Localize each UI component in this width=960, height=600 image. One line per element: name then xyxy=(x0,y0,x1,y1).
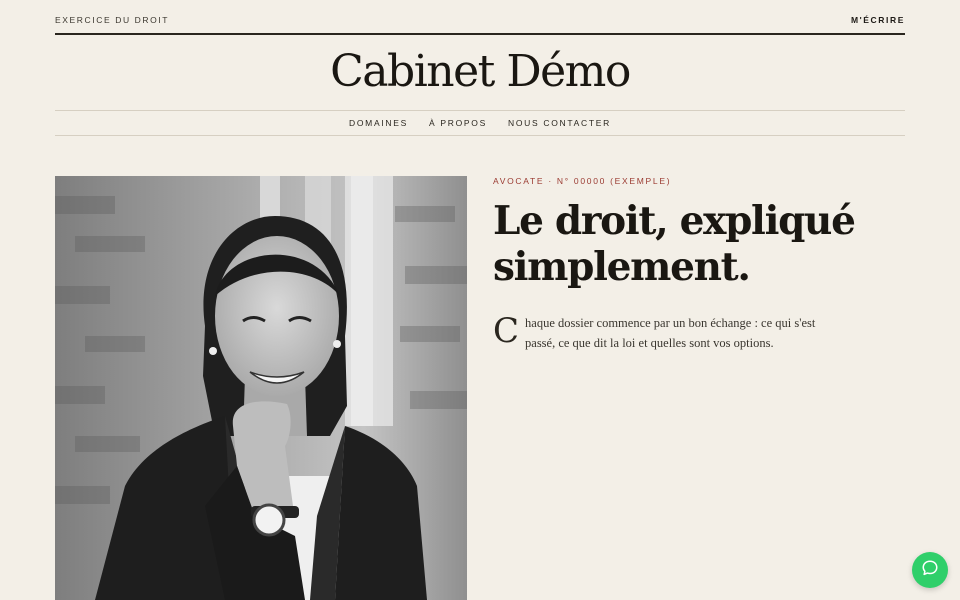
eyebrow-label: AVOCATE · N° 00000 (EXEMPLE) xyxy=(493,176,672,186)
write-me-link[interactable]: M'ÉCRIRE xyxy=(851,15,905,25)
intro-paragraph: Chaque dossier commence par un bon échan… xyxy=(493,313,823,353)
nav-item-contact[interactable]: NOUS CONTACTER xyxy=(508,118,611,128)
chat-button[interactable] xyxy=(912,552,948,588)
main-nav: DOMAINES À PROPOS NOUS CONTACTER xyxy=(55,111,905,135)
nav-item-a-propos[interactable]: À PROPOS xyxy=(429,118,487,128)
header-divider xyxy=(55,33,905,35)
headline-line-1: Le droit, expliqué xyxy=(493,198,856,244)
site-title[interactable]: Cabinet Démo xyxy=(55,44,905,100)
intro-text: haque dossier commence par un bon échang… xyxy=(525,316,816,350)
nav-divider-bottom xyxy=(55,135,905,136)
drop-cap: C xyxy=(493,311,520,351)
lawyer-portrait-photo xyxy=(55,176,467,600)
hero-headline: Le droit, expliqué simplement. xyxy=(493,198,873,290)
chat-bubble-icon xyxy=(921,559,939,582)
top-bar: EXERCICE DU DROIT M'ÉCRIRE xyxy=(55,14,905,28)
practice-label: EXERCICE DU DROIT xyxy=(55,15,170,25)
nav-item-domaines[interactable]: DOMAINES xyxy=(349,118,408,128)
headline-line-2: simplement. xyxy=(493,244,751,290)
